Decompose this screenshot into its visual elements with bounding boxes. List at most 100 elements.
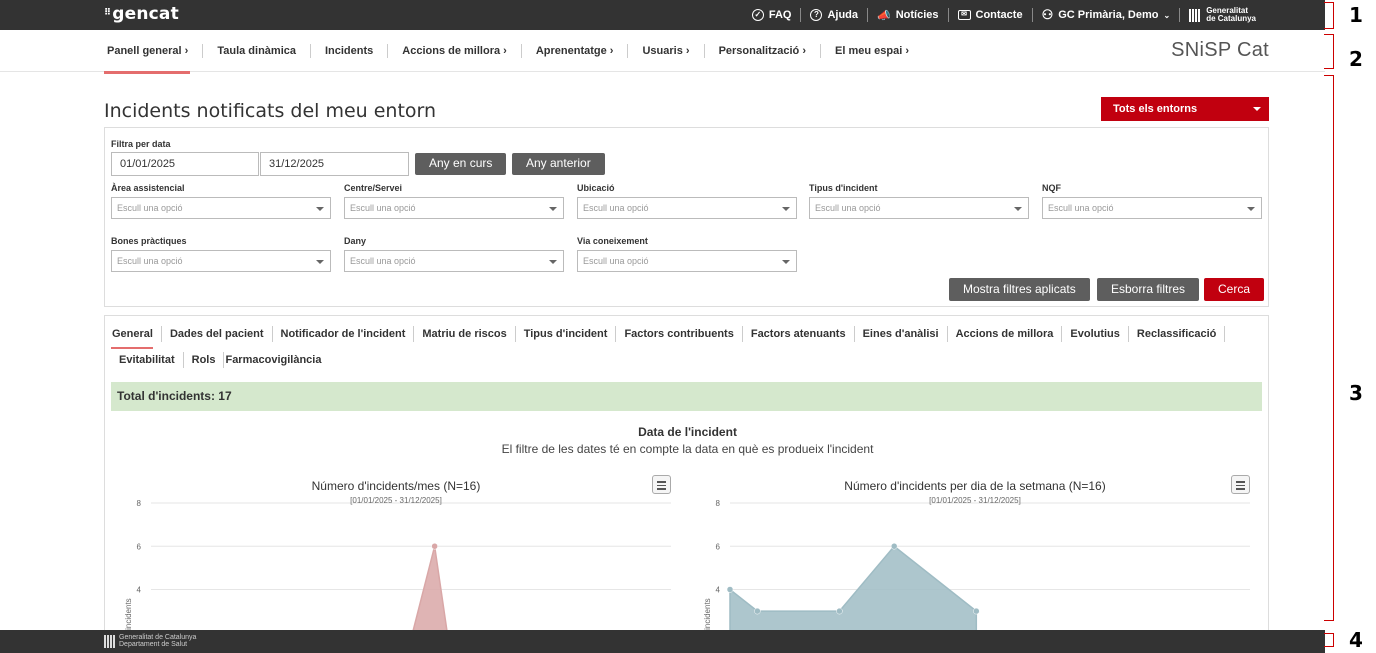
caret-down-icon	[549, 260, 557, 264]
centre-select[interactable]: Escull una opció	[344, 197, 564, 219]
date-filter-label: Filtra per data	[111, 139, 171, 149]
menu-icon	[657, 488, 666, 490]
date-from-input[interactable]: 01/01/2025	[111, 152, 259, 176]
incident-type-select[interactable]: Escull una opció	[809, 197, 1029, 219]
knowledge-source-select[interactable]: Escull una opció	[577, 250, 797, 272]
chart-subtitle: [01/01/2025 - 31/12/2025]	[929, 496, 1021, 505]
nav-label: Incidents	[324, 45, 374, 57]
area-series	[729, 545, 978, 630]
total-incidents-banner: Total d'incidents: 17	[111, 382, 1262, 411]
nav-incidents[interactable]: Incidents	[311, 44, 389, 58]
page-title: Incidents notificats del meu entorn	[104, 100, 437, 122]
data-point	[754, 607, 761, 615]
tab-analysis-tools[interactable]: Eines d'anàlisi	[855, 326, 948, 342]
region-marker-1: 1	[1349, 3, 1363, 27]
select-placeholder: Escull una opció	[117, 203, 183, 213]
region-marker-2: 2	[1349, 47, 1363, 71]
chart-menu-button[interactable]	[652, 475, 671, 494]
filter-panel: Filtra per data 01/01/2025 31/12/2025 An…	[104, 127, 1269, 307]
tab-improvement-actions[interactable]: Accions de millora	[948, 326, 1063, 342]
nav-label: Taula dinàmica	[217, 45, 296, 57]
results-panel: General Dades del pacient Notificador de…	[104, 315, 1269, 630]
gencat-logo-text: gencat	[112, 4, 179, 24]
footer-brand: Generalitat de Catalunya Departament de S…	[104, 634, 196, 648]
nav-el-meu-espai[interactable]: El meu espai ›	[821, 44, 923, 58]
caret-down-icon	[1247, 207, 1255, 211]
question-circle-icon: ?	[810, 9, 823, 21]
tab-roles[interactable]: Rols	[184, 352, 225, 368]
tab-reclassification[interactable]: Reclassificació	[1129, 326, 1226, 342]
previous-year-button[interactable]: Any anterior	[512, 153, 605, 175]
tab-mitigating-factors[interactable]: Factors atenuants	[743, 326, 855, 342]
nav-panell-general[interactable]: Panell general ›	[104, 44, 204, 74]
search-button[interactable]: Cerca	[1204, 278, 1265, 301]
gencat-logo[interactable]: ⠿gencat	[104, 4, 179, 24]
damage-label: Dany	[344, 236, 367, 246]
caret-down-icon	[316, 260, 324, 264]
data-point	[726, 586, 734, 593]
check-circle-icon: ✓	[751, 9, 764, 21]
y-axis-label: ero d'incidents	[703, 598, 712, 630]
nav-aprenentatge[interactable]: Aprenentatge ›	[522, 44, 629, 58]
menu-icon	[1236, 481, 1245, 483]
user-menu[interactable]: ⚇ GC Primària, Demo ⌄	[1033, 7, 1181, 22]
tab-avoidability[interactable]: Evitabilitat	[111, 352, 184, 368]
data-point	[836, 607, 843, 615]
user-icon: ⚇	[1041, 7, 1054, 22]
mail-icon: ✉	[957, 10, 971, 20]
contact-link[interactable]: ✉ Contacte	[949, 8, 1033, 22]
nqf-select[interactable]: Escull una opció	[1042, 197, 1262, 219]
tab-risk-matrix[interactable]: Matriu de riscos	[414, 326, 516, 342]
news-label: Notícies	[895, 9, 939, 21]
menu-icon	[1236, 484, 1245, 486]
generalitat-brand[interactable]: Generalitat de Catalunya	[1180, 7, 1265, 23]
help-label: Ajuda	[827, 9, 859, 21]
damage-select[interactable]: Escull una opció	[344, 250, 564, 272]
environment-select[interactable]: Tots els entorns	[1101, 97, 1269, 121]
date-to-input[interactable]: 31/12/2025	[260, 152, 409, 176]
megaphone-icon: 📣	[877, 9, 891, 22]
location-label: Ubicació	[577, 183, 615, 193]
tab-notifier[interactable]: Notificador de l'incident	[273, 326, 415, 342]
nav-personalitzacio[interactable]: Personalització ›	[705, 44, 821, 58]
nav-taula-dinamica[interactable]: Taula dinàmica	[203, 44, 311, 58]
nav-label: Panell general	[107, 45, 182, 57]
brand-line-2: de Catalunya	[1206, 14, 1256, 23]
region-bracket	[1324, 34, 1334, 69]
help-link[interactable]: ? Ajuda	[801, 8, 869, 22]
tab-pharmacovigilance[interactable]: Farmacovigilància	[224, 352, 329, 368]
result-tabs: General Dades del pacient Notificador de…	[111, 326, 1261, 368]
show-filters-button[interactable]: Mostra filtres aplicats	[949, 278, 1090, 301]
chart-title: Número d'incidents/mes (N=16)	[311, 479, 481, 493]
tab-general[interactable]: General	[111, 326, 162, 349]
chart-subtitle: [01/01/2025 - 31/12/2025]	[350, 496, 442, 505]
tab-progress[interactable]: Evolutius	[1062, 326, 1129, 342]
good-practices-select[interactable]: Escull una opció	[111, 250, 331, 272]
news-link[interactable]: 📣 Notícies	[868, 8, 949, 22]
faq-label: FAQ	[768, 9, 792, 21]
select-placeholder: Escull una opció	[583, 203, 649, 213]
current-year-button[interactable]: Any en curs	[415, 153, 507, 175]
area-select[interactable]: Escull una opció	[111, 197, 331, 219]
chart-menu-button[interactable]	[1231, 475, 1250, 494]
tab-incident-type[interactable]: Tipus d'incident	[516, 326, 617, 342]
tab-contributing-factors[interactable]: Factors contribuents	[616, 326, 743, 342]
clear-filters-button[interactable]: Esborra filtres	[1097, 278, 1200, 301]
caret-down-icon	[1253, 107, 1261, 111]
footer-line-1: Generalitat de Catalunya	[119, 634, 197, 641]
top-nav: ✓ FAQ ? Ajuda 📣 Notícies ✉ Contacte ⚇ GC Prim…	[743, 0, 1265, 30]
centre-label: Centre/Servei	[344, 183, 403, 193]
region-marker-3: 3	[1349, 381, 1363, 405]
location-select[interactable]: Escull una opció	[577, 197, 797, 219]
data-point	[973, 607, 980, 615]
faq-link[interactable]: ✓ FAQ	[743, 8, 802, 22]
tab-patient-data[interactable]: Dades del pacient	[162, 326, 273, 342]
nav-accions-millora[interactable]: Accions de millora ›	[388, 44, 522, 58]
menu-icon	[1236, 488, 1245, 490]
nav-usuaris[interactable]: Usuaris ›	[628, 44, 705, 58]
select-placeholder: Escull una opció	[1048, 203, 1114, 213]
knowledge-source-label: Via coneixement	[577, 236, 648, 246]
select-placeholder: Escull una opció	[350, 203, 416, 213]
user-name: GC Primària, Demo	[1058, 9, 1159, 21]
select-placeholder: Escull una opció	[117, 256, 183, 266]
